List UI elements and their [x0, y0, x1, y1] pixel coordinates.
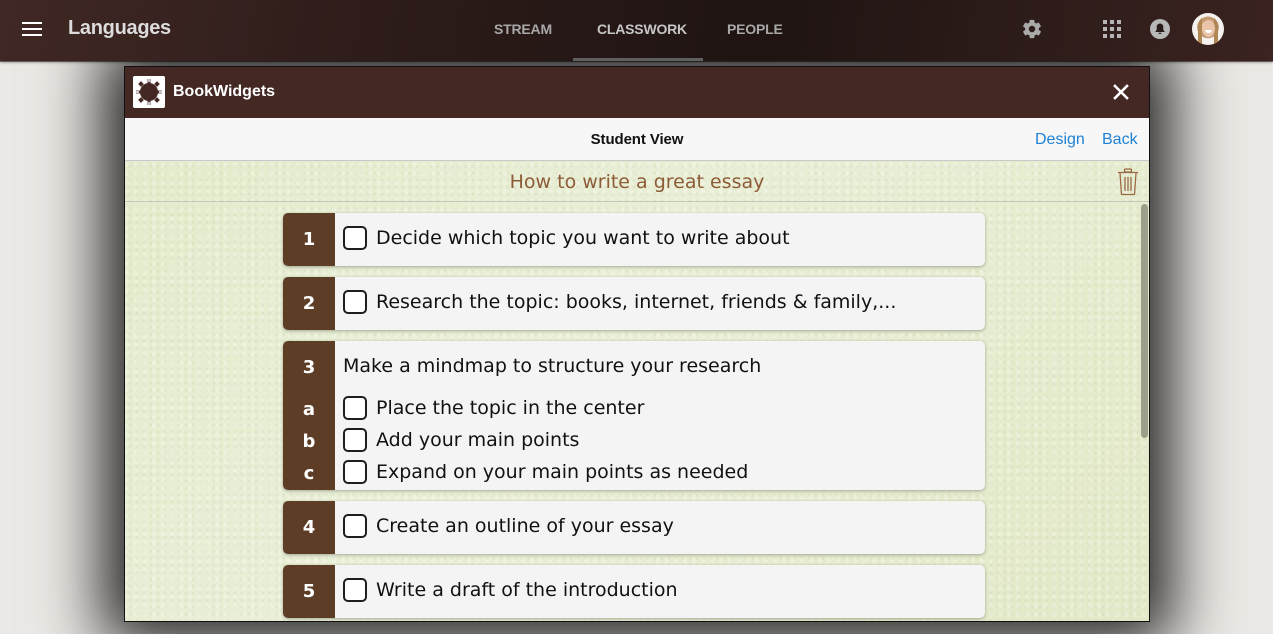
subitem-letter: c [303, 463, 315, 484]
trash-icon[interactable] [1117, 168, 1139, 196]
class-title: Languages [68, 17, 171, 39]
notifications-bell-icon[interactable] [1150, 19, 1170, 39]
worksheet-header: How to write a great essay [125, 162, 1149, 202]
checklist-item-group: 3 Make a mindmap to structure your resea… [283, 341, 985, 490]
tab-classwork[interactable]: CLASSWORK [597, 21, 687, 37]
scrollbar-thumb[interactable] [1141, 204, 1148, 438]
checklist-item: 4 Create an outline of your essay [283, 501, 985, 554]
tab-people[interactable]: PEOPLE [727, 21, 783, 37]
subitem-checkbox[interactable] [343, 396, 367, 420]
item-checkbox[interactable] [343, 226, 367, 250]
tab-stream[interactable]: STREAM [494, 21, 552, 37]
menu-icon[interactable] [22, 20, 42, 38]
dialog-header: BookWidgets [125, 67, 1149, 118]
worksheet-title: How to write a great essay [509, 171, 765, 193]
item-text: Create an outline of your essay [376, 515, 674, 537]
settings-gear-icon[interactable] [1021, 18, 1043, 40]
view-mode-title: Student View [590, 131, 684, 148]
item-number: 1 [302, 229, 316, 250]
item-checkbox[interactable] [343, 578, 367, 602]
item-checkbox[interactable] [343, 514, 367, 538]
item-number: 5 [302, 581, 316, 602]
bookwidgets-logo-icon [133, 76, 165, 108]
subitem-letter: a [302, 399, 316, 420]
subitem-text: Add your main points [376, 429, 580, 451]
item-text: Research the topic: books, internet, fri… [376, 291, 897, 313]
app-bar: Languages STREAM CLASSWORK PEOPLE [0, 0, 1273, 61]
item-text: Write a draft of the introduction [376, 579, 678, 601]
subitem-text: Place the topic in the center [376, 397, 645, 419]
close-icon[interactable] [1111, 82, 1131, 102]
subitem-text: Expand on your main points as needed [376, 461, 749, 483]
active-tab-indicator [573, 58, 703, 61]
item-checkbox[interactable] [343, 290, 367, 314]
item-number: 2 [302, 293, 316, 314]
item-number: 3 [302, 357, 316, 378]
item-heading-text: Make a mindmap to structure your researc… [343, 355, 762, 377]
user-avatar[interactable] [1192, 13, 1224, 45]
design-link[interactable]: Design [1035, 131, 1085, 149]
bookwidgets-dialog: BookWidgets Student View Design Back How… [124, 66, 1150, 622]
subitem: Expand on your main points as needed [343, 460, 748, 484]
back-link[interactable]: Back [1102, 131, 1138, 149]
subitem-checkbox[interactable] [343, 428, 367, 452]
worksheet-content: How to write a great essay 1 Decide whic… [125, 162, 1149, 621]
item-number: 4 [302, 517, 316, 538]
apps-grid-icon[interactable] [1103, 20, 1121, 38]
subitem: Place the topic in the center [343, 396, 644, 420]
subitem: Add your main points [343, 428, 579, 452]
bookwidgets-brand: BookWidgets [173, 83, 276, 100]
subitem-letter: b [302, 431, 316, 452]
item-text: Decide which topic you want to write abo… [376, 227, 790, 249]
checklist-item: 2 Research the topic: books, internet, f… [283, 277, 985, 330]
checklist-item: 5 Write a draft of the introduction [283, 565, 985, 618]
subitem-checkbox[interactable] [343, 460, 367, 484]
dialog-toolbar: Student View Design Back [125, 118, 1149, 161]
checklist-item: 1 Decide which topic you want to write a… [283, 213, 985, 266]
